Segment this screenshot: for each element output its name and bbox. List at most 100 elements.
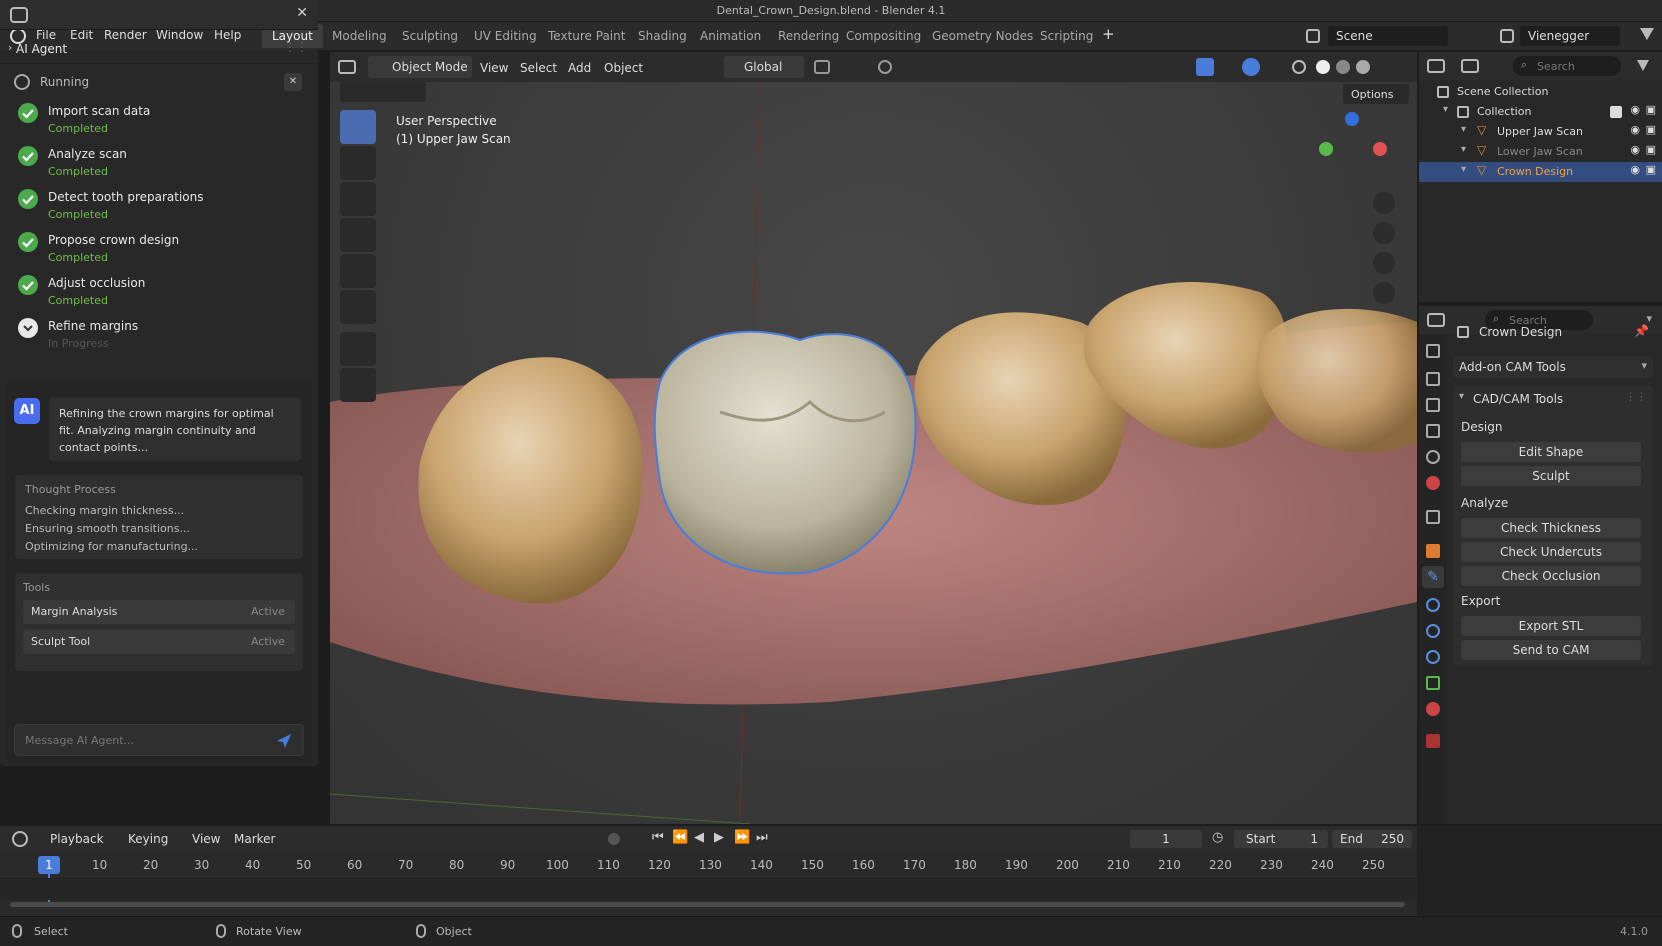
shading-solid-icon[interactable] (1316, 60, 1330, 74)
jump-end-icon[interactable]: ⏭ (756, 830, 768, 845)
render-tab-icon[interactable] (1426, 372, 1440, 386)
pan-hand-icon[interactable] (1373, 222, 1395, 244)
annotate-tool[interactable] (340, 332, 376, 366)
shading-rendered-icon[interactable] (1356, 60, 1370, 74)
transform-tool[interactable] (340, 290, 376, 324)
check-occlusion-button[interactable]: Check Occlusion (1461, 566, 1641, 586)
chevron-down-icon[interactable]: ▾ (1461, 124, 1466, 135)
start-frame-field[interactable]: Start 1 (1234, 830, 1328, 848)
snap-icon[interactable] (814, 60, 830, 74)
clock-icon[interactable]: ◷ (1212, 830, 1223, 845)
move-tool[interactable] (340, 182, 376, 216)
gizmo-z-icon[interactable] (1345, 112, 1359, 126)
outliner-row[interactable]: Scene Collection (1419, 82, 1662, 102)
measure-tool[interactable] (340, 368, 376, 402)
view-layer-icon[interactable] (1500, 29, 1514, 43)
tab-animation[interactable]: Animation (690, 24, 771, 48)
cursor-tool[interactable] (340, 146, 376, 180)
proportional-edit-icon[interactable] (878, 60, 892, 74)
timeline-ruler[interactable]: 1 10 20 30 40 50 60 70 80 90 100 110 120… (0, 852, 1417, 908)
material-tab-icon[interactable] (1426, 702, 1440, 716)
editor-type-icon[interactable] (10, 7, 28, 23)
checkbox-icon[interactable] (1610, 106, 1622, 118)
scene-icon[interactable] (1306, 29, 1320, 43)
view-layer-tab-icon[interactable] (1426, 424, 1440, 438)
check-undercuts-button[interactable]: Check Undercuts (1461, 542, 1641, 562)
expand-chevron-icon[interactable]: › (8, 41, 12, 54)
render-camera-icon[interactable]: ▣ (1646, 103, 1656, 116)
timeline-editor-icon[interactable] (12, 831, 28, 847)
tab-modeling[interactable]: Modeling (322, 24, 397, 48)
menu-object[interactable]: Object (604, 61, 643, 75)
outliner-row[interactable]: ▾ ▽ Lower Jaw Scan ◉ ▣ (1419, 142, 1662, 162)
scene-tab-icon[interactable] (1426, 450, 1440, 464)
collection-tab-icon[interactable] (1426, 510, 1440, 524)
end-frame-field[interactable]: End 250 (1332, 830, 1412, 848)
visibility-eye-icon[interactable]: ◉ (1630, 163, 1640, 176)
navigation-gizmo[interactable] (1317, 112, 1387, 182)
menu-playback[interactable]: Playback (50, 832, 104, 846)
send-to-cam-button[interactable]: Send to CAM (1461, 640, 1641, 660)
chevron-down-icon[interactable]: ▾ (1461, 164, 1466, 175)
pin-icon[interactable]: 📌 (1634, 324, 1649, 338)
visibility-eye-icon[interactable]: ◉ (1630, 143, 1640, 156)
editor-type-icon[interactable] (1427, 313, 1445, 327)
tab-compositing[interactable]: Compositing (836, 24, 931, 48)
timeline-scrollbar[interactable] (10, 902, 1405, 907)
outliner-row-selected[interactable]: ▾ ▽ Crown Design ◉ ▣ (1419, 162, 1662, 182)
scene-selector[interactable]: Scene (1328, 26, 1448, 46)
texture-tab-icon[interactable] (1426, 734, 1440, 748)
shading-wireframe-icon[interactable] (1292, 60, 1306, 74)
render-camera-icon[interactable]: ▣ (1646, 143, 1656, 156)
menu-add[interactable]: Add (568, 61, 591, 75)
chevron-down-icon[interactable]: ▾ (1461, 144, 1466, 155)
filter-icon[interactable] (1640, 28, 1654, 40)
timeline-track[interactable] (0, 878, 1417, 900)
drag-handle-icon[interactable]: ⋮⋮ (1625, 390, 1647, 403)
select-box-tool[interactable] (340, 110, 376, 144)
send-icon[interactable] (275, 732, 293, 750)
step-back-icon[interactable]: ⏪ (672, 830, 688, 845)
check-thickness-button[interactable]: Check Thickness (1461, 518, 1641, 538)
rotate-tool[interactable] (340, 218, 376, 252)
physics-tab-icon[interactable] (1426, 624, 1440, 638)
record-button[interactable] (608, 833, 620, 845)
tool-tab-icon[interactable] (1426, 344, 1440, 358)
mode-selector[interactable]: Object Mode (368, 56, 472, 78)
outliner-row[interactable]: ▾ ▽ Upper Jaw Scan ◉ ▣ (1419, 122, 1662, 142)
editor-type-icon[interactable] (338, 60, 356, 74)
camera-view-icon[interactable] (1373, 252, 1395, 274)
constraints-tab-icon[interactable] (1426, 650, 1440, 664)
modifier-wrench-tab-icon[interactable]: ✎ (1422, 566, 1444, 588)
visibility-eye-icon[interactable]: ◉ (1630, 123, 1640, 136)
tab-shading[interactable]: Shading (628, 24, 697, 48)
object-tab-icon[interactable] (1426, 544, 1440, 558)
tab-sculpting[interactable]: Sculpting (392, 24, 468, 48)
menu-select[interactable]: Select (520, 61, 557, 75)
outliner-search[interactable]: ⌕ Search (1513, 56, 1621, 76)
cadcam-panel-header[interactable]: ▾ CAD/CAM Tools ⋮⋮ (1453, 386, 1653, 412)
world-tab-icon[interactable] (1426, 476, 1440, 490)
agent-title-row[interactable]: › AI Agent ⋮⋮ (0, 34, 318, 64)
gizmo-toggle-icon[interactable] (1196, 58, 1214, 76)
menu-view[interactable]: View (480, 61, 508, 75)
menu-keying[interactable]: Keying (128, 832, 168, 846)
visibility-eye-icon[interactable]: ◉ (1630, 103, 1640, 116)
tab-scripting[interactable]: Scripting (1030, 24, 1103, 48)
3d-viewport[interactable]: Object Mode View Select Add Object Globa… (330, 52, 1417, 824)
export-stl-button[interactable]: Export STL (1461, 616, 1641, 636)
grid-view-icon[interactable] (1373, 282, 1395, 304)
outliner-row[interactable]: ▾ Collection ◉ ▣ (1419, 102, 1662, 122)
filter-icon[interactable] (1637, 60, 1649, 71)
stop-agent-button[interactable]: ✕ (284, 73, 302, 91)
tab-uv-editing[interactable]: UV Editing (464, 24, 547, 48)
zoom-icon[interactable] (1373, 192, 1395, 214)
edit-shape-button[interactable]: Edit Shape (1461, 442, 1641, 462)
close-panel-icon[interactable]: ✕ (296, 5, 308, 21)
shading-material-icon[interactable] (1336, 60, 1350, 74)
message-input[interactable]: Message AI Agent... (14, 724, 304, 756)
tool-row[interactable]: Sculpt Tool Active (23, 630, 295, 654)
orientation-selector[interactable]: Global (724, 56, 804, 78)
drag-handle-icon[interactable]: ⋮⋮ (284, 40, 308, 54)
render-camera-icon[interactable]: ▣ (1646, 163, 1656, 176)
